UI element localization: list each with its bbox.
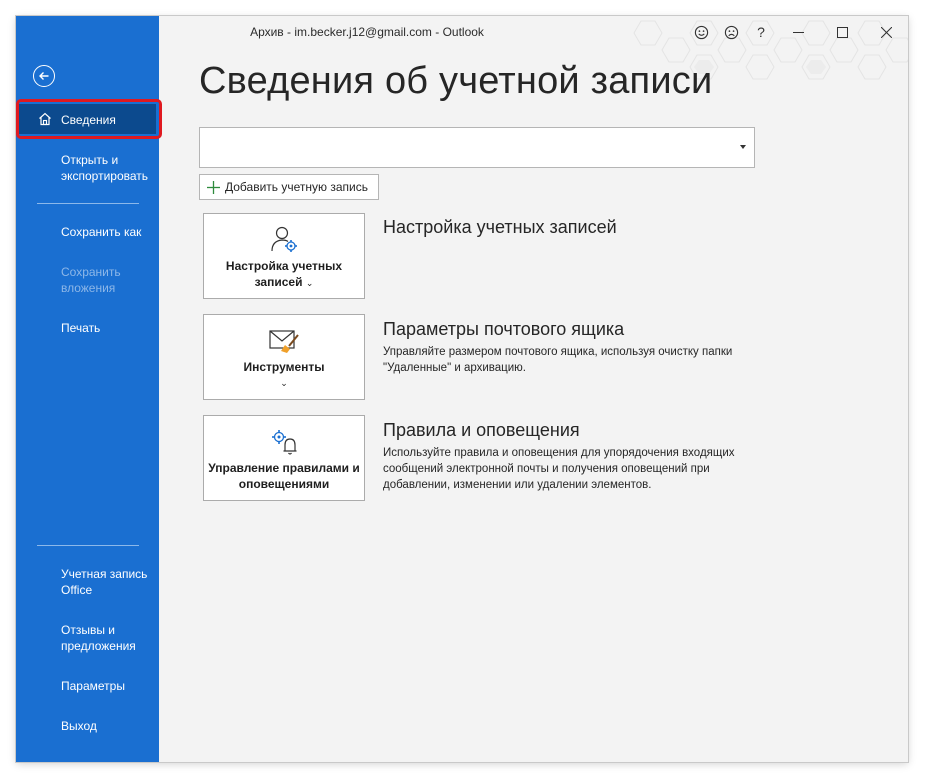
mailbox-tools-icon: [204, 325, 364, 355]
plus-icon: [207, 180, 220, 194]
tile-label: Управление правилами и оповещениями: [208, 461, 360, 491]
account-settings-tile[interactable]: Настройка учетных записей ⌄: [203, 213, 365, 299]
sidebar-item-label: Сохранить вложения: [61, 265, 121, 295]
chevron-down-icon: ⌄: [280, 378, 288, 388]
sidebar-item-label: Учетная запись Office: [61, 567, 148, 597]
sidebar-item-options[interactable]: Параметры: [16, 678, 159, 696]
dropdown-arrow-icon: [740, 145, 746, 149]
mailbox-tools-tile[interactable]: Инструменты ⌄: [203, 314, 365, 400]
sidebar-item-info[interactable]: Сведения: [19, 104, 156, 134]
add-account-label: Добавить учетную запись: [225, 180, 368, 194]
sidebar-divider: [37, 545, 139, 546]
sidebar-divider: [37, 203, 139, 204]
sidebar-item-label: Открыть и экспортировать: [61, 153, 149, 183]
sidebar-item-label: Печать: [61, 321, 101, 335]
frown-icon[interactable]: [716, 16, 746, 48]
back-arrow-icon[interactable]: [33, 65, 55, 87]
smile-icon[interactable]: [686, 16, 716, 48]
sidebar-item-exit[interactable]: Выход: [16, 718, 159, 736]
help-icon[interactable]: ?: [746, 16, 776, 48]
sidebar-item-feedback[interactable]: Отзывы и предложения: [16, 622, 159, 656]
sidebar-item-label: Параметры: [61, 679, 125, 693]
section-description: Используйте правила и оповещения для упо…: [383, 447, 735, 491]
sidebar-item-label: Отзывы и предложения: [61, 623, 136, 653]
account-dropdown[interactable]: [199, 127, 755, 168]
add-account-button[interactable]: Добавить учетную запись: [199, 174, 379, 200]
close-icon[interactable]: [864, 16, 908, 48]
section-title: Настройка учетных записей: [383, 217, 617, 237]
sidebar-item-label: Выход: [61, 719, 97, 733]
minimize-icon[interactable]: [776, 16, 820, 48]
sidebar-item-label: Сохранить как: [61, 225, 142, 239]
tile-label: Инструменты ⌄: [208, 359, 360, 391]
outlook-backstage-window: Архив - im.becker.j12@gmail.com - Outloo…: [16, 16, 908, 762]
chevron-down-icon: ⌄: [305, 278, 314, 288]
title-bar-controls: ?: [686, 16, 908, 48]
sidebar-item-office-account[interactable]: Учетная запись Office: [16, 566, 159, 600]
rules-alerts-tile[interactable]: Управление правилами и оповещениями: [203, 415, 365, 501]
sidebar-item-save-attachments: Сохранить вложения: [16, 264, 159, 298]
home-icon: [39, 112, 51, 126]
section-title: Правила и оповещения: [383, 420, 580, 440]
tile-label: Настройка учетных записей ⌄: [225, 259, 343, 289]
page-title: Сведения об учетной записи: [199, 60, 713, 102]
backstage-sidebar: Сведения Открыть и экспортировать Сохран…: [16, 16, 162, 762]
rules-alerts-icon: [204, 426, 364, 456]
sidebar-item-save-as[interactable]: Сохранить как: [16, 224, 159, 242]
sidebar-item-open-export[interactable]: Открыть и экспортировать: [16, 152, 159, 186]
account-settings-icon: [204, 224, 364, 254]
section-description: Управляйте размером почтового ящика, исп…: [383, 346, 733, 374]
sidebar-item-print[interactable]: Печать: [16, 320, 159, 338]
section-title: Параметры почтового ящика: [383, 319, 625, 339]
maximize-icon[interactable]: [820, 16, 864, 48]
sidebar-item-label: Сведения: [61, 113, 116, 127]
